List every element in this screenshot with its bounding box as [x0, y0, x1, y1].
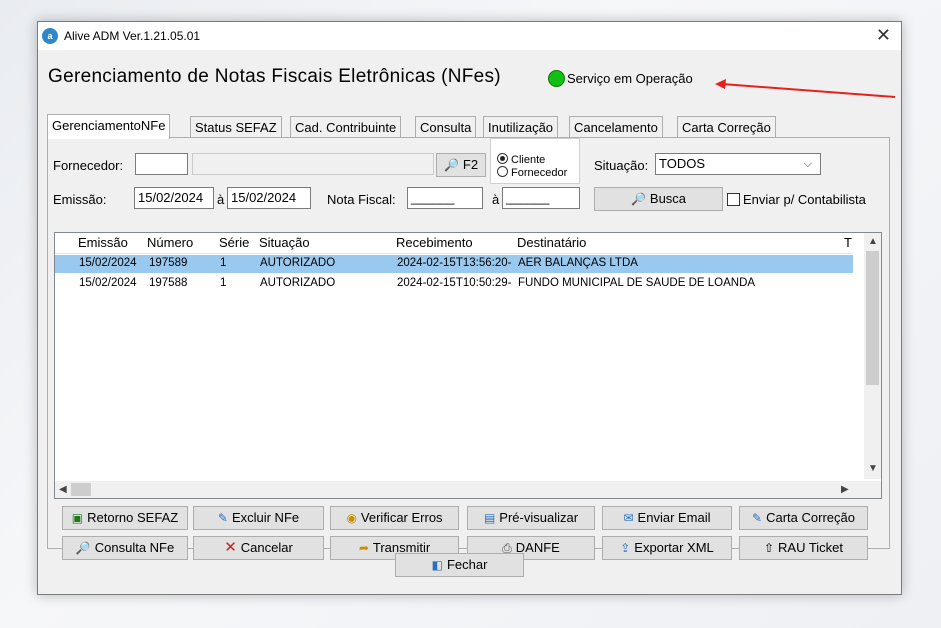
annotation-arrow-head [715, 79, 726, 89]
tab-gerenciamento-nfe[interactable]: GerenciamentoNFe [47, 114, 171, 139]
annotation-arrow [715, 79, 896, 98]
annotation-arrow-shaft [721, 83, 896, 98]
